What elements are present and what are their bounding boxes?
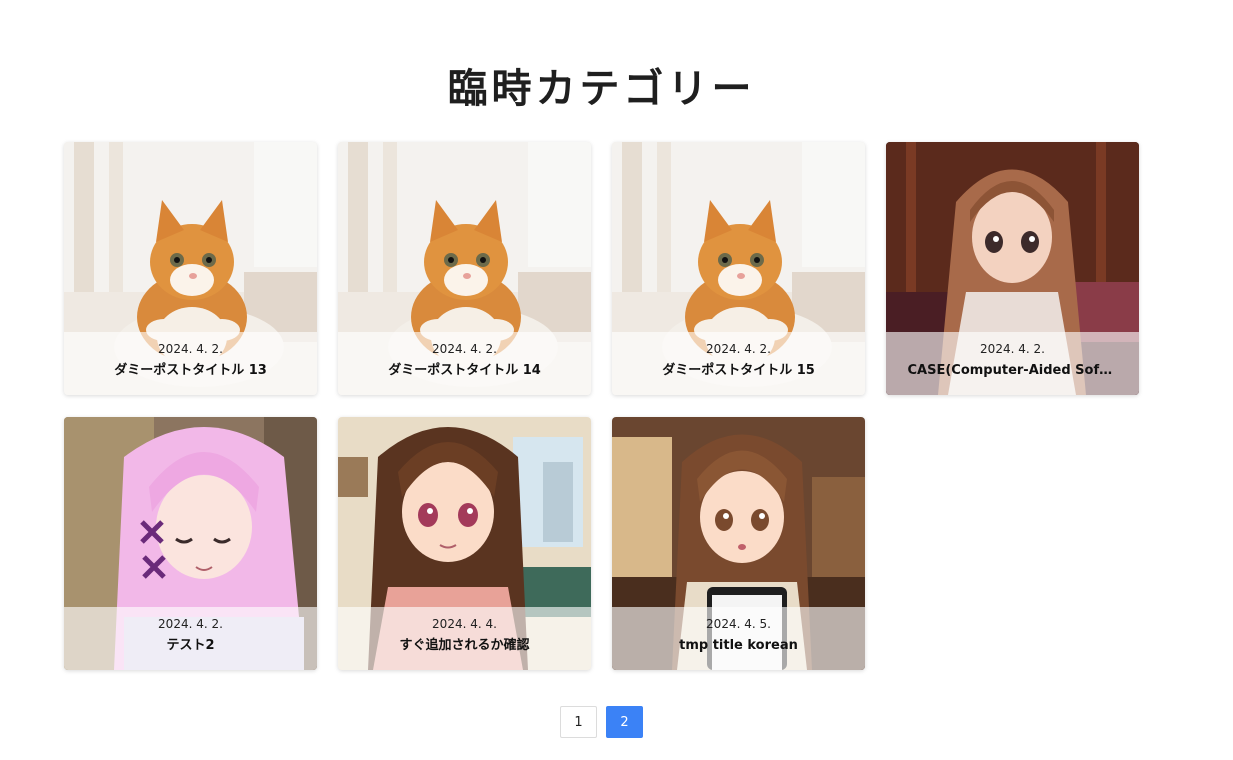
post-title[interactable]: CASE(Computer-Aided Soft... [908, 361, 1118, 381]
post-title[interactable]: テスト2 [166, 636, 214, 656]
post-caption: 2024. 4. 4. すぐ追加されるか確認 [338, 607, 591, 670]
pagination: 1 2 [560, 706, 643, 738]
post-date: 2024. 4. 5. [706, 616, 771, 631]
post-title[interactable]: すぐ追加されるか確認 [399, 636, 529, 656]
post-card[interactable]: 2024. 4. 2. CASE(Computer-Aided Soft... [886, 142, 1139, 395]
post-caption: 2024. 4. 2. ダミーポストタイトル 14 [338, 332, 591, 395]
post-card[interactable]: 2024. 4. 2. ダミーポストタイトル 14 [338, 142, 591, 395]
post-title[interactable]: ダミーポストタイトル 13 [114, 361, 267, 381]
post-caption: 2024. 4. 2. テスト2 [64, 607, 317, 670]
post-date: 2024. 4. 2. [158, 341, 223, 356]
post-title[interactable]: ダミーポストタイトル 14 [388, 361, 541, 381]
post-date: 2024. 4. 2. [432, 341, 497, 356]
post-caption: 2024. 4. 2. ダミーポストタイトル 13 [64, 332, 317, 395]
post-card[interactable]: 2024. 4. 4. すぐ追加されるか確認 [338, 417, 591, 670]
page-button-2-current[interactable]: 2 [606, 706, 643, 738]
post-card[interactable]: 2024. 4. 2. ダミーポストタイトル 13 [64, 142, 317, 395]
page-button-1[interactable]: 1 [560, 706, 597, 738]
post-card[interactable]: 2024. 4. 5. tmp title korean [612, 417, 865, 670]
post-caption: 2024. 4. 2. ダミーポストタイトル 15 [612, 332, 865, 395]
post-date: 2024. 4. 2. [980, 341, 1045, 356]
post-card[interactable]: 2024. 4. 2. ダミーポストタイトル 15 [612, 142, 865, 395]
post-card[interactable]: 2024. 4. 2. テスト2 [64, 417, 317, 670]
post-date: 2024. 4. 2. [706, 341, 771, 356]
page-title: 臨時カテゴリー [447, 66, 756, 112]
post-grid: 2024. 4. 2. ダミーポストタイトル 13 2024. 4. 2. ダミ… [64, 142, 1139, 670]
post-date: 2024. 4. 2. [158, 616, 223, 631]
post-date: 2024. 4. 4. [432, 616, 497, 631]
post-title[interactable]: tmp title korean [679, 636, 798, 656]
post-caption: 2024. 4. 2. CASE(Computer-Aided Soft... [886, 332, 1139, 395]
post-caption: 2024. 4. 5. tmp title korean [612, 607, 865, 670]
post-title[interactable]: ダミーポストタイトル 15 [662, 361, 815, 381]
